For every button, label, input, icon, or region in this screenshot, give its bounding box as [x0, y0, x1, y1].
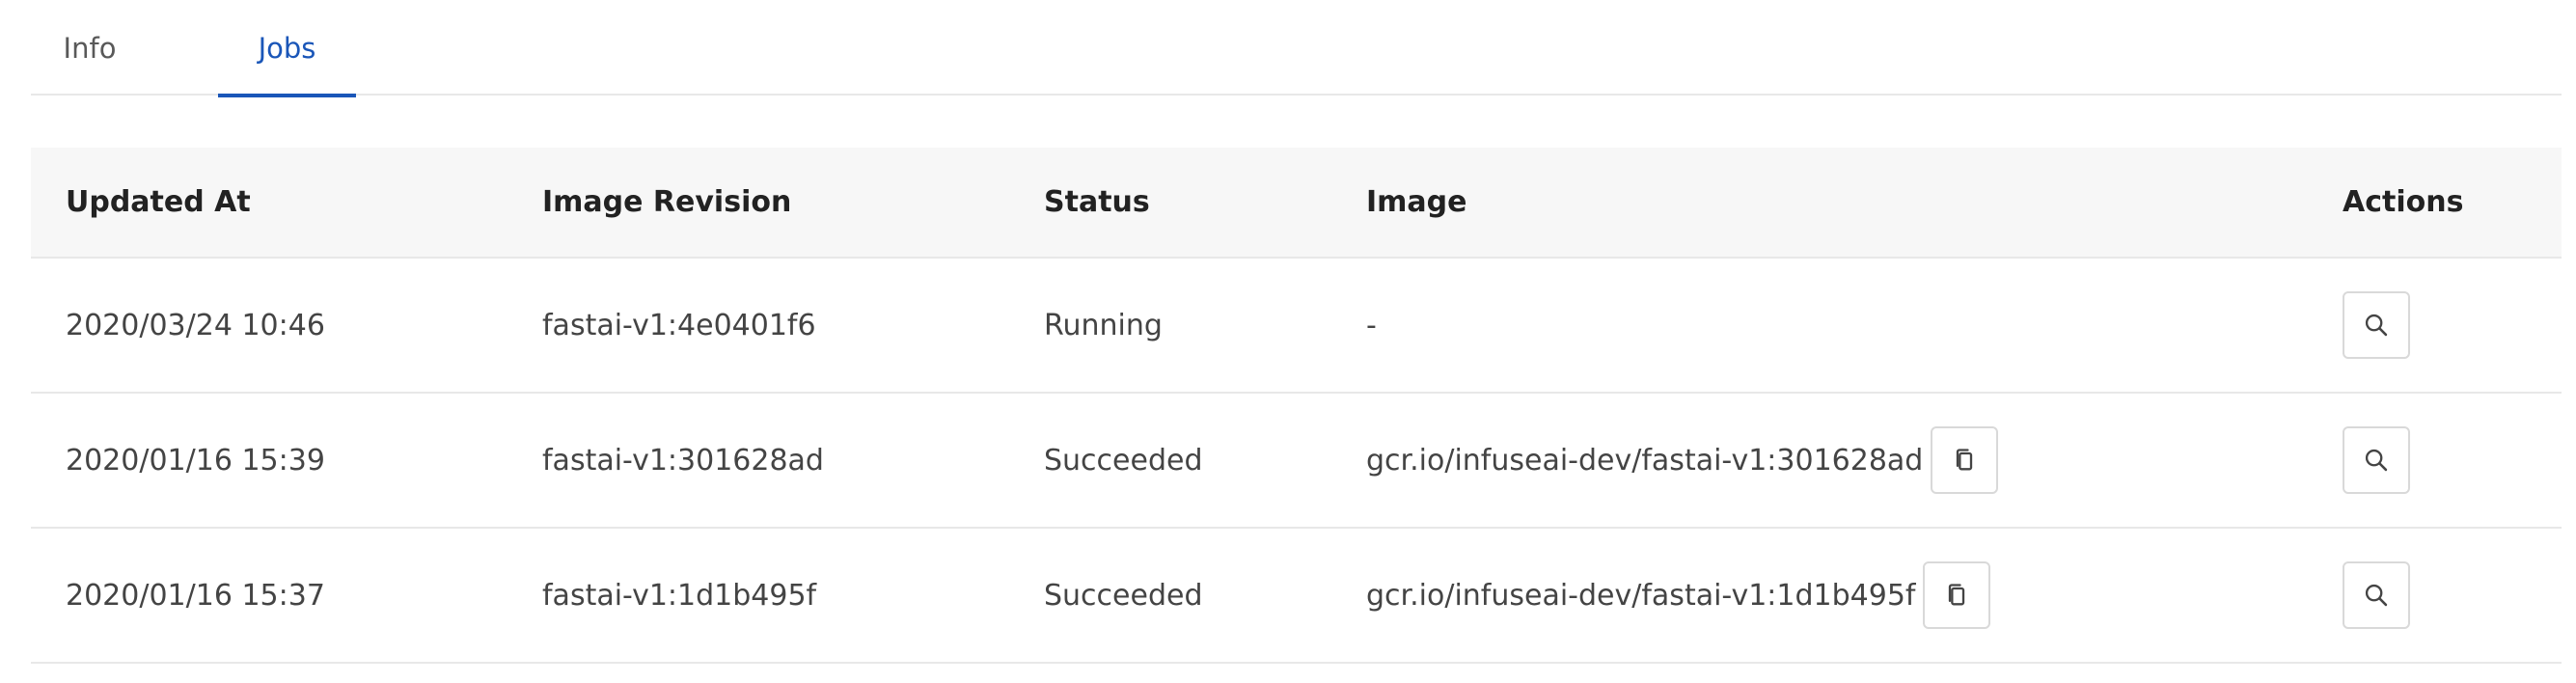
actions-cell	[2308, 258, 2562, 394]
jobs-page: Info Jobs Updated At Image Revision Stat…	[0, 0, 2576, 683]
image-revision-cell: fastai-v1:4e0401f6	[507, 258, 1009, 394]
tab-jobs[interactable]: Jobs	[218, 0, 356, 97]
image-text: gcr.io/infuseai-dev/fastai-v1:301628ad	[1366, 443, 1924, 478]
tab-jobs-label: Jobs	[258, 31, 316, 65]
image-cell-content: -	[1366, 309, 2308, 342]
column-header-status[interactable]: Status	[1009, 148, 1331, 259]
view-job-button[interactable]	[2343, 291, 2410, 359]
search-icon	[2365, 449, 2388, 472]
image-revision-cell: fastai-v1:301628ad	[507, 393, 1009, 529]
tab-info-label: Info	[63, 31, 117, 65]
copy-icon	[1949, 584, 1965, 606]
status-cell: Running	[1009, 258, 1331, 394]
view-job-button[interactable]	[2343, 561, 2410, 629]
search-icon	[2365, 314, 2388, 337]
tab-info[interactable]: Info	[31, 0, 149, 96]
image-cell-content: gcr.io/infuseai-dev/fastai-v1:1d1b495f	[1366, 561, 2308, 629]
copy-image-button[interactable]	[1923, 561, 1991, 629]
image-cell: gcr.io/infuseai-dev/fastai-v1:301628ad	[1331, 393, 2308, 529]
updated-at-cell: 2020/03/24 10:46	[31, 258, 507, 394]
copy-image-button[interactable]	[1931, 426, 1999, 494]
column-header-updated-at[interactable]: Updated At	[31, 148, 507, 259]
search-icon	[2365, 584, 2388, 607]
actions-cell	[2308, 528, 2562, 664]
column-header-image-revision[interactable]: Image Revision	[507, 148, 1009, 259]
updated-at-cell: 2020/01/16 15:39	[31, 393, 507, 529]
tab-bar: Info Jobs	[31, 0, 2562, 97]
active-tab-indicator	[218, 94, 356, 97]
status-cell: Succeeded	[1009, 528, 1331, 664]
view-job-button[interactable]	[2343, 426, 2410, 494]
image-cell: -	[1331, 258, 2308, 394]
image-cell: gcr.io/infuseai-dev/fastai-v1:1d1b495f	[1331, 528, 2308, 664]
column-header-actions: Actions	[2308, 148, 2562, 259]
updated-at-cell: 2020/01/16 15:37	[31, 528, 507, 664]
table-header-row: Updated At Image Revision Status Image A…	[31, 148, 2562, 259]
image-text: -	[1366, 308, 1377, 342]
table-row: 2020/01/16 15:39 fastai-v1:301628ad Succ…	[31, 393, 2562, 529]
image-text: gcr.io/infuseai-dev/fastai-v1:1d1b495f	[1366, 578, 1916, 613]
table-row: 2020/01/16 15:37 fastai-v1:1d1b495f Succ…	[31, 528, 2562, 664]
image-cell-content: gcr.io/infuseai-dev/fastai-v1:301628ad	[1366, 426, 2308, 494]
copy-icon	[1957, 449, 1973, 471]
table-row: 2020/03/24 10:46 fastai-v1:4e0401f6 Runn…	[31, 258, 2562, 394]
actions-cell	[2308, 393, 2562, 529]
status-cell: Succeeded	[1009, 393, 1331, 529]
jobs-table: Updated At Image Revision Status Image A…	[31, 148, 2562, 664]
column-header-image[interactable]: Image	[1331, 148, 2308, 259]
image-revision-cell: fastai-v1:1d1b495f	[507, 528, 1009, 664]
